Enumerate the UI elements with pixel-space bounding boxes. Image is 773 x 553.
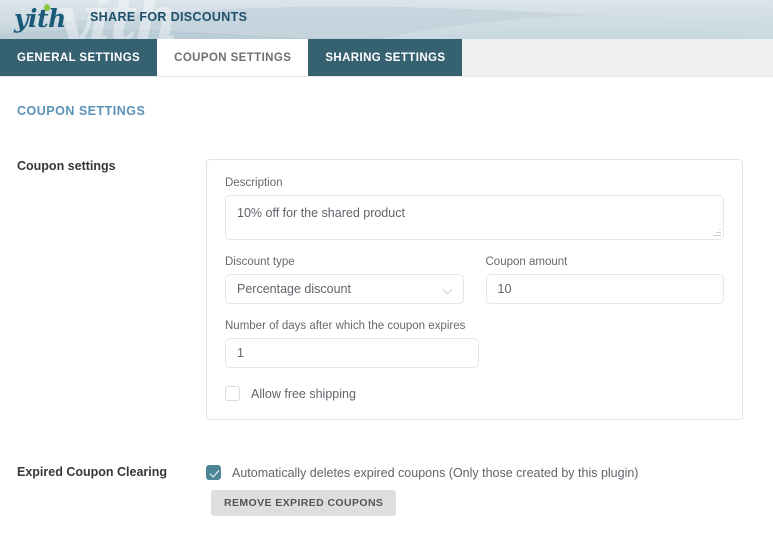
coupon-amount-field: Coupon amount 10 [486,256,725,304]
description-value: 10% off for the shared product [237,206,405,220]
page-title: SHARE FOR DISCOUNTS [90,10,247,24]
coupon-amount-input[interactable]: 10 [486,274,725,304]
resize-handle-icon[interactable] [712,228,721,237]
discount-type-value: Percentage discount [237,282,351,296]
coupon-settings-panel: Description 10% off for the shared produ… [206,159,743,420]
yith-logo[interactable]: yith [14,3,76,35]
remove-expired-coupons-button[interactable]: REMOVE EXPIRED COUPONS [211,490,396,516]
tab-sharing-settings[interactable]: SHARING SETTINGS [308,39,462,76]
coupon-settings-row: Coupon settings Description 10% off for … [0,159,773,420]
discount-type-field: Discount type Percentage discount [225,256,464,304]
tab-bar: GENERAL SETTINGS COUPON SETTINGS SHARING… [0,39,773,77]
coupon-amount-label: Coupon amount [486,256,725,268]
description-label: Description [225,177,724,189]
settings-content: COUPON SETTINGS Coupon settings Descript… [0,104,773,516]
expiry-days-input[interactable]: 1 [225,338,479,368]
tab-bar-filler [462,39,773,76]
auto-delete-label: Automatically deletes expired coupons (O… [232,466,638,480]
discount-type-label: Discount type [225,256,464,268]
expiry-days-value: 1 [237,346,244,360]
tab-coupon-settings[interactable]: COUPON SETTINGS [157,39,308,76]
plugin-header: yith yith SHARE FOR DISCOUNTS [0,0,773,39]
coupon-settings-row-label: Coupon settings [0,159,206,173]
chevron-down-icon [444,286,453,295]
expiry-days-field: Number of days after which the coupon ex… [225,320,724,368]
expired-clearing-body: Automatically deletes expired coupons (O… [206,465,743,516]
free-shipping-label: Allow free shipping [251,387,356,401]
discount-type-select[interactable]: Percentage discount [225,274,464,304]
auto-delete-row[interactable]: Automatically deletes expired coupons (O… [206,465,743,480]
auto-delete-checkbox[interactable] [206,465,221,480]
description-textarea[interactable]: 10% off for the shared product [225,195,724,240]
description-field: Description 10% off for the shared produ… [225,177,724,240]
expired-clearing-row-label: Expired Coupon Clearing [0,465,206,479]
free-shipping-checkbox[interactable] [225,386,240,401]
free-shipping-row[interactable]: Allow free shipping [225,386,724,401]
tab-general-settings[interactable]: GENERAL SETTINGS [0,39,157,76]
discount-row: Discount type Percentage discount Coupon… [225,256,724,304]
expired-clearing-row: Expired Coupon Clearing Automatically de… [0,465,773,516]
expiry-days-label: Number of days after which the coupon ex… [225,320,724,332]
section-heading: COUPON SETTINGS [17,104,773,118]
coupon-amount-value: 10 [498,282,512,296]
